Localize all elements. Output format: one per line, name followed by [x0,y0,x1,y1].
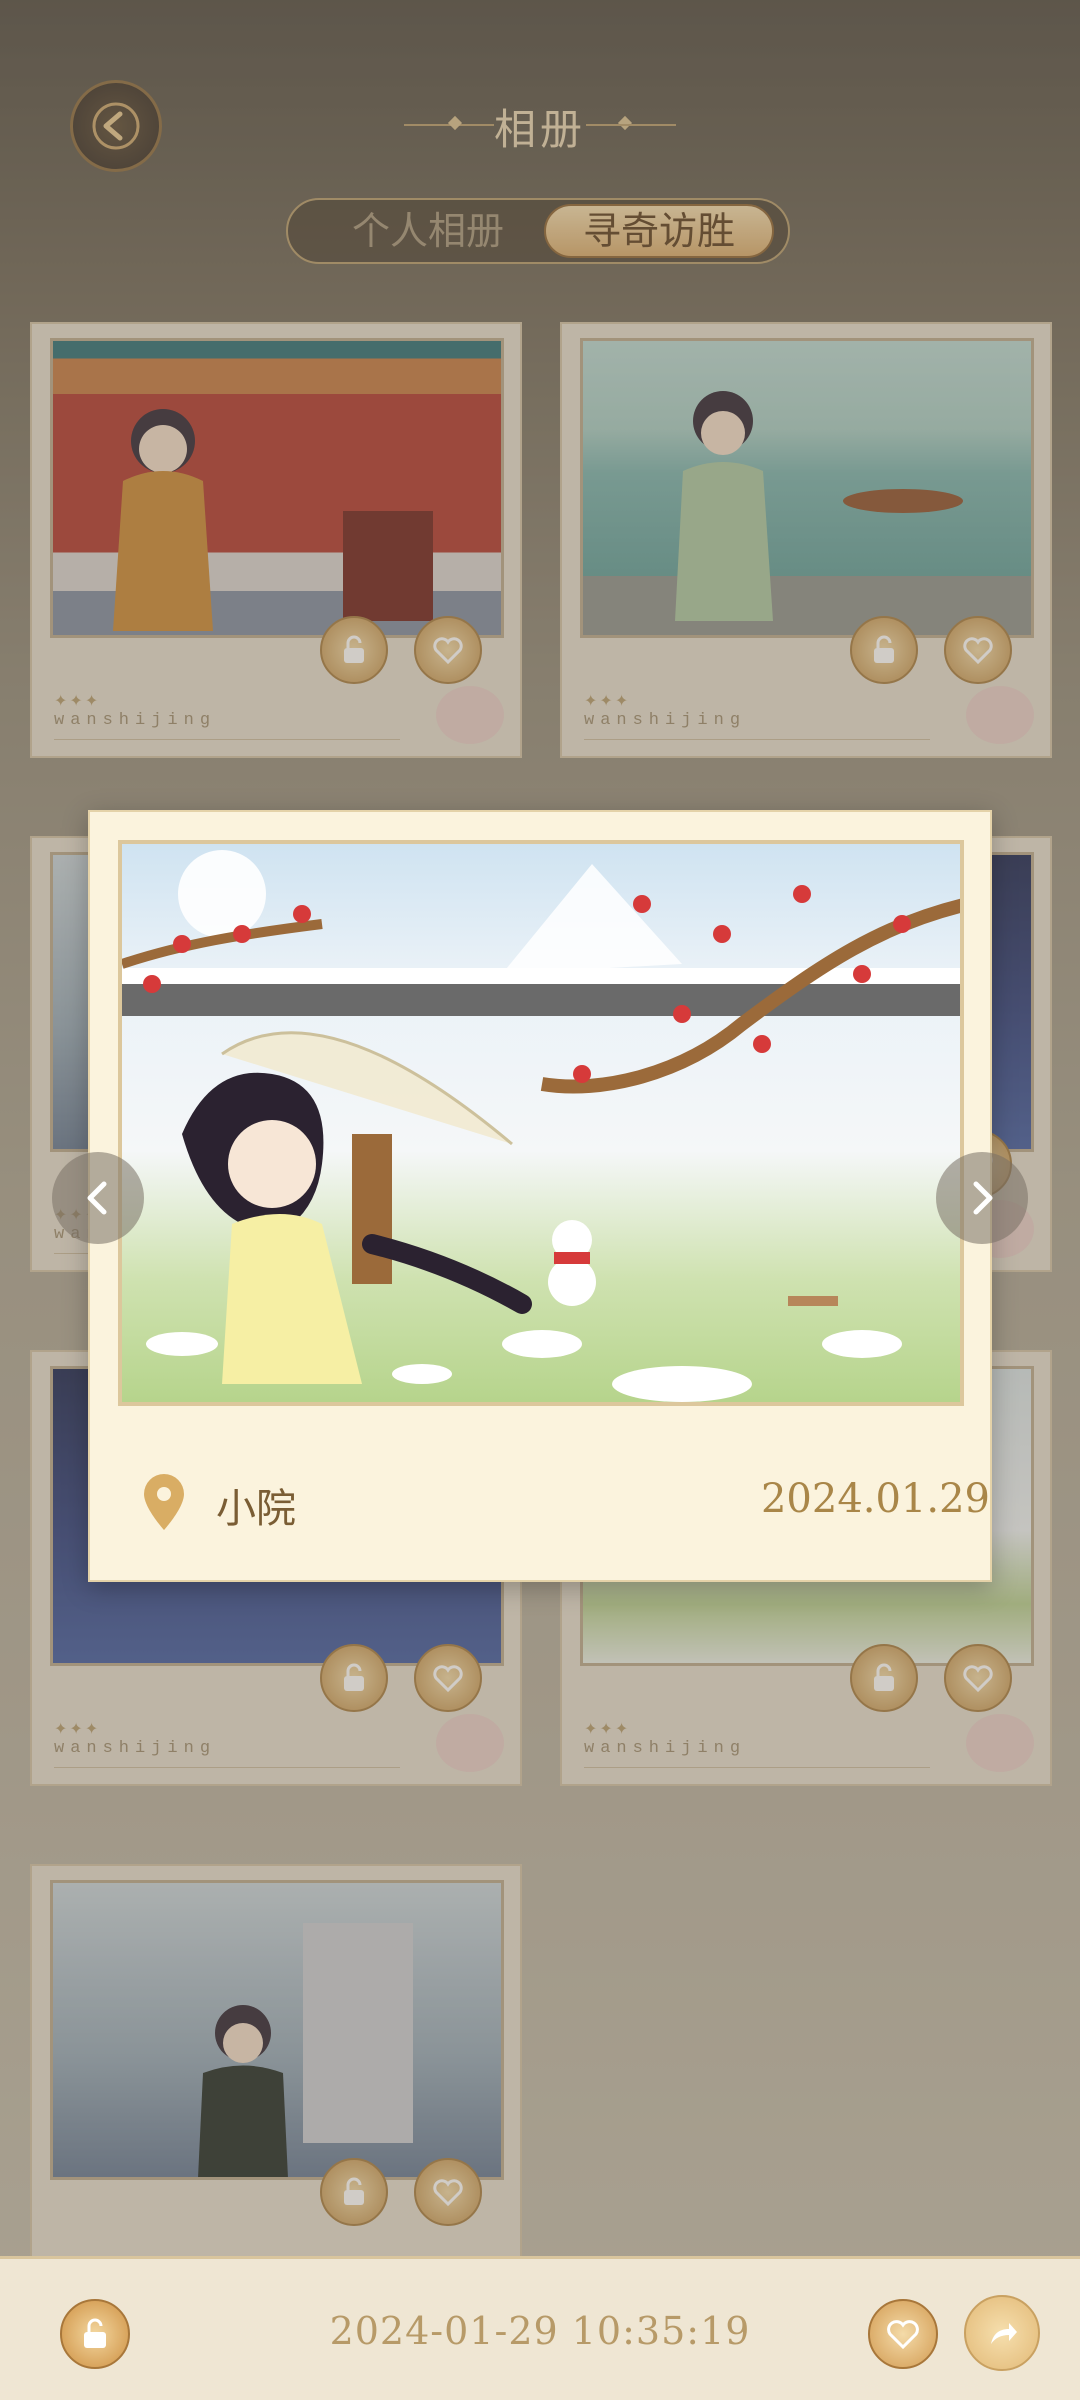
photo-date: 2024.01.29 [760,1476,990,1522]
location-name: 小院 [216,1486,296,1532]
favorite-button[interactable] [868,2299,938,2369]
location-pin-icon [144,1474,184,1530]
next-photo-button[interactable] [936,1152,1028,1244]
bottom-action-bar: 2024-01-29 10:35:19 [0,2256,1080,2400]
share-arrow-icon [991,2323,1017,2344]
chevron-right-icon [973,1181,993,1215]
heart-icon [887,2320,919,2350]
chevron-left-icon [87,1181,107,1215]
yard-scene [122,850,960,1402]
share-button[interactable] [964,2295,1040,2371]
photo-large [118,840,964,1406]
previous-photo-button[interactable] [52,1152,144,1244]
photo-viewer-popup: 小院 2024.01.29 [88,810,992,1582]
